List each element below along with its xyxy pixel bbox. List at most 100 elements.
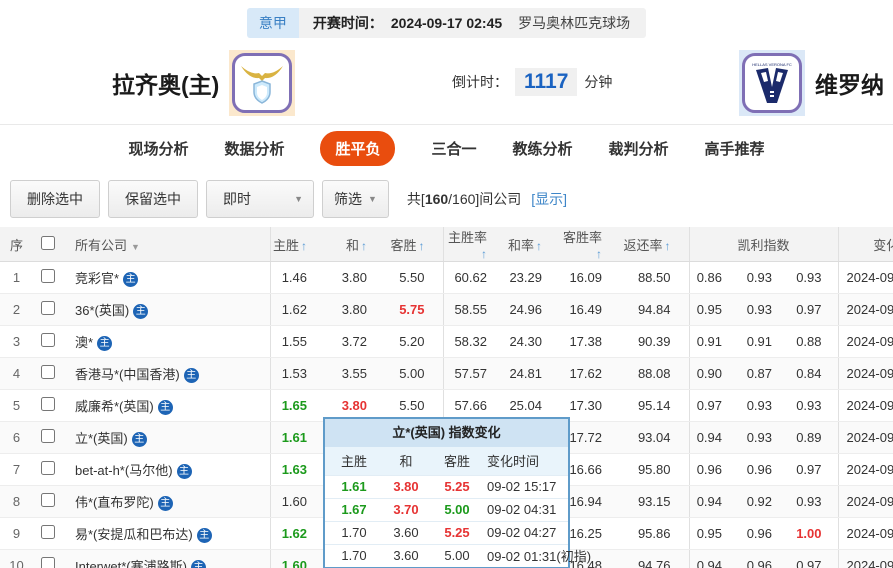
kelly-away-cell: 0.97 <box>788 294 838 326</box>
select-all-checkbox[interactable] <box>41 236 55 250</box>
company-cell[interactable]: 36*(英国)主 <box>63 294 270 326</box>
delete-selected-button[interactable]: 删除选中 <box>10 180 100 218</box>
row-checkbox[interactable] <box>41 301 55 315</box>
host-badge-icon: 主 <box>158 496 173 511</box>
home-odds-cell[interactable]: 1.65 <box>270 390 325 422</box>
tab-高手推荐[interactable]: 高手推荐 <box>705 138 765 159</box>
kelly-away-cell: 1.00 <box>788 518 838 550</box>
away-odds-cell[interactable]: 5.00 <box>385 358 443 390</box>
away-odds-cell[interactable]: 5.50 <box>385 262 443 294</box>
draw-odds-cell[interactable]: 3.80 <box>325 294 385 326</box>
company-cell[interactable]: 威廉希*(英国)主 <box>63 390 270 422</box>
header-draw-odds[interactable]: 和↑ <box>325 227 385 262</box>
away-odds-cell[interactable]: 5.20 <box>385 326 443 358</box>
sort-asc-icon: ↑ <box>536 239 542 253</box>
row-seq: 6 <box>0 422 33 454</box>
row-seq: 9 <box>0 518 33 550</box>
lazio-crest-icon <box>238 57 286 109</box>
popup-change-time: 09-02 04:27 <box>485 521 568 544</box>
home-rate-cell: 58.55 <box>443 294 505 326</box>
kelly-draw-cell: 0.96 <box>738 454 788 486</box>
row-checkbox-cell <box>33 486 63 518</box>
tab-三合一[interactable]: 三合一 <box>431 138 476 159</box>
return-rate-cell: 88.08 <box>620 358 689 390</box>
tab-现场分析[interactable]: 现场分析 <box>128 138 188 159</box>
header-change-time: 变化时间 <box>838 227 893 262</box>
row-checkbox[interactable] <box>41 397 55 411</box>
row-checkbox[interactable] <box>41 493 55 507</box>
popup-home-odds: 1.67 <box>325 498 383 521</box>
home-odds-cell[interactable]: 1.62 <box>270 294 325 326</box>
home-odds-cell[interactable]: 1.61 <box>270 422 325 454</box>
away-rate-cell: 16.49 <box>560 294 620 326</box>
sort-asc-icon: ↑ <box>361 239 367 253</box>
home-odds-cell[interactable]: 1.62 <box>270 518 325 550</box>
change-time-cell: 2024-09-1 <box>838 294 893 326</box>
header-home-odds[interactable]: 主胜↑ <box>270 227 325 262</box>
tab-教练分析[interactable]: 教练分析 <box>513 138 573 159</box>
countdown-label: 倒计时： <box>452 72 508 92</box>
header-away-odds[interactable]: 客胜↑ <box>385 227 443 262</box>
header-company[interactable]: 所有公司▼ <box>63 227 270 262</box>
home-odds-cell[interactable]: 1.60 <box>270 550 325 568</box>
company-cell[interactable]: 伟*(直布罗陀)主 <box>63 486 270 518</box>
popup-home-odds: 1.61 <box>325 475 383 498</box>
time-filter-select[interactable]: 即时 ▼ <box>206 180 314 218</box>
kelly-draw-cell: 0.93 <box>738 262 788 294</box>
kelly-home-cell: 0.90 <box>689 358 738 390</box>
odds-change-popup: 立*(英国) 指数变化 主胜 和 客胜 变化时间 1.61 3.80 5.25 … <box>323 417 570 568</box>
popup-away-odds: 5.25 <box>429 475 485 498</box>
home-odds-cell[interactable]: 1.53 <box>270 358 325 390</box>
header-return-rate[interactable]: 返还率↑ <box>620 227 689 262</box>
kelly-draw-cell: 0.96 <box>738 518 788 550</box>
draw-odds-cell[interactable]: 3.72 <box>325 326 385 358</box>
draw-odds-cell[interactable]: 3.80 <box>325 262 385 294</box>
header-checkbox-cell <box>33 227 63 262</box>
company-cell[interactable]: Interwet*(塞浦路斯)主 <box>63 550 270 568</box>
filter-button[interactable]: 筛选 ▼ <box>322 180 389 218</box>
row-checkbox[interactable] <box>41 461 55 475</box>
home-odds-cell[interactable]: 1.63 <box>270 454 325 486</box>
away-odds-cell[interactable]: 5.75 <box>385 294 443 326</box>
popup-home-odds: 1.70 <box>325 521 383 544</box>
row-checkbox-cell <box>33 358 63 390</box>
kelly-away-cell: 0.93 <box>788 262 838 294</box>
row-checkbox[interactable] <box>41 365 55 379</box>
show-link[interactable]: [显示] <box>531 191 567 207</box>
popup-away-odds: 5.00 <box>429 544 485 567</box>
home-odds-cell[interactable]: 1.60 <box>270 486 325 518</box>
kelly-draw-cell: 0.93 <box>738 422 788 454</box>
row-checkbox[interactable] <box>41 269 55 283</box>
host-badge-icon: 主 <box>123 272 138 287</box>
company-cell[interactable]: 易*(安提瓜和巴布达)主 <box>63 518 270 550</box>
header-away-rate[interactable]: 客胜率↑ <box>560 227 620 262</box>
header-draw-rate[interactable]: 和率↑ <box>505 227 560 262</box>
popup-change-time: 09-02 15:17 <box>485 475 568 498</box>
host-badge-icon: 主 <box>97 336 112 351</box>
row-checkbox[interactable] <box>41 429 55 443</box>
league-badge[interactable]: 意甲 <box>247 8 299 38</box>
tab-裁判分析[interactable]: 裁判分析 <box>609 138 669 159</box>
home-odds-cell[interactable]: 1.55 <box>270 326 325 358</box>
kelly-away-cell: 0.93 <box>788 486 838 518</box>
row-checkbox[interactable] <box>41 333 55 347</box>
company-cell[interactable]: bet-at-h*(马尔他)主 <box>63 454 270 486</box>
header-home-rate[interactable]: 主胜率↑ <box>443 227 505 262</box>
tab-胜平负[interactable]: 胜平负 <box>320 131 395 166</box>
company-cell[interactable]: 竞彩官*主 <box>63 262 270 294</box>
draw-odds-cell[interactable]: 3.55 <box>325 358 385 390</box>
tab-数据分析[interactable]: 数据分析 <box>224 138 284 159</box>
company-cell[interactable]: 香港马*(中国香港)主 <box>63 358 270 390</box>
home-odds-cell[interactable]: 1.46 <box>270 262 325 294</box>
change-time-cell: 2024-09-1 <box>838 486 893 518</box>
home-rate-cell: 60.62 <box>443 262 505 294</box>
row-seq: 7 <box>0 454 33 486</box>
company-cell[interactable]: 立*(英国)主 <box>63 422 270 454</box>
row-checkbox[interactable] <box>41 525 55 539</box>
popup-header-time: 变化时间 <box>485 447 568 475</box>
row-checkbox[interactable] <box>41 557 55 568</box>
keep-selected-button[interactable]: 保留选中 <box>108 180 198 218</box>
sort-asc-icon: ↑ <box>596 247 602 261</box>
company-count: 160 <box>425 191 448 207</box>
company-cell[interactable]: 澳*主 <box>63 326 270 358</box>
